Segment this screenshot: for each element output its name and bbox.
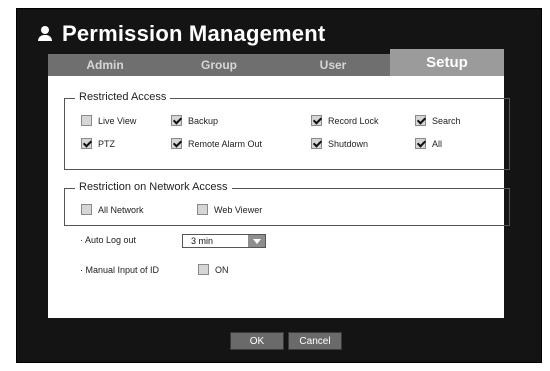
checkbox-live-view[interactable]: Live View [81, 115, 136, 126]
checkbox-manual-id-on[interactable]: ON [198, 264, 229, 275]
chevron-down-icon[interactable] [248, 235, 265, 247]
checkbox-box[interactable] [415, 115, 426, 126]
tab-admin[interactable]: Admin [48, 54, 163, 76]
setup-panel: Restricted Access Live View Backup Recor… [48, 76, 510, 318]
ok-button[interactable]: OK [230, 332, 284, 350]
checkbox-label: Remote Alarm Out [188, 138, 263, 149]
auto-logout-label: · Auto Log out [80, 235, 137, 245]
checkbox-box[interactable] [81, 115, 92, 126]
checkbox-box[interactable] [81, 138, 92, 149]
checkbox-label: Web Viewer [214, 204, 263, 215]
checkbox-web-viewer[interactable]: Web Viewer [197, 204, 262, 215]
checkbox-label: Record Lock [328, 115, 379, 126]
checkbox-all[interactable]: All [415, 138, 442, 149]
user-icon [38, 26, 52, 42]
network-access-group: Restriction on Network Access All Networ… [64, 181, 510, 226]
checkbox-label: All [432, 138, 443, 149]
checkbox-box[interactable] [197, 204, 208, 215]
checkbox-label: ON [215, 264, 229, 275]
network-access-legend: Restriction on Network Access [75, 181, 232, 193]
checkbox-label: Shutdown [328, 138, 369, 149]
checkbox-ptz[interactable]: PTZ [81, 138, 115, 149]
dialog-title: Permission Management [38, 21, 325, 47]
checkbox-box[interactable] [415, 138, 426, 149]
checkbox-label: All Network [98, 204, 144, 215]
dialog-title-text: Permission Management [62, 21, 326, 46]
tab-group[interactable]: Group [162, 54, 277, 76]
restricted-access-legend: Restricted Access [75, 91, 171, 103]
auto-logout-select[interactable]: 3 min [182, 234, 266, 248]
checkbox-box[interactable] [198, 264, 209, 275]
tab-setup[interactable]: Setup [390, 49, 504, 76]
checkbox-shutdown[interactable]: Shutdown [311, 138, 368, 149]
cancel-button[interactable]: Cancel [288, 332, 342, 350]
auto-logout-value: 3 min [191, 236, 214, 246]
checkbox-label: Backup [188, 115, 219, 126]
tab-user[interactable]: User [276, 54, 391, 76]
checkbox-box[interactable] [311, 138, 322, 149]
checkbox-backup[interactable]: Backup [171, 115, 218, 126]
checkbox-box[interactable] [171, 115, 182, 126]
checkbox-search[interactable]: Search [415, 115, 461, 126]
checkbox-remote-alarm-out[interactable]: Remote Alarm Out [171, 138, 262, 149]
checkbox-box[interactable] [81, 204, 92, 215]
checkbox-box[interactable] [311, 115, 322, 126]
checkbox-all-network[interactable]: All Network [81, 204, 144, 215]
restricted-access-group: Restricted Access Live View Backup Recor… [64, 91, 510, 170]
checkbox-label: Live View [98, 115, 137, 126]
manual-id-label: · Manual Input of ID [80, 265, 160, 275]
checkbox-label: PTZ [98, 138, 115, 149]
checkbox-box[interactable] [171, 138, 182, 149]
checkbox-label: Search [432, 115, 461, 126]
tab-bar: Admin Group User Setup [48, 49, 504, 76]
checkbox-record-lock[interactable]: Record Lock [311, 115, 379, 126]
